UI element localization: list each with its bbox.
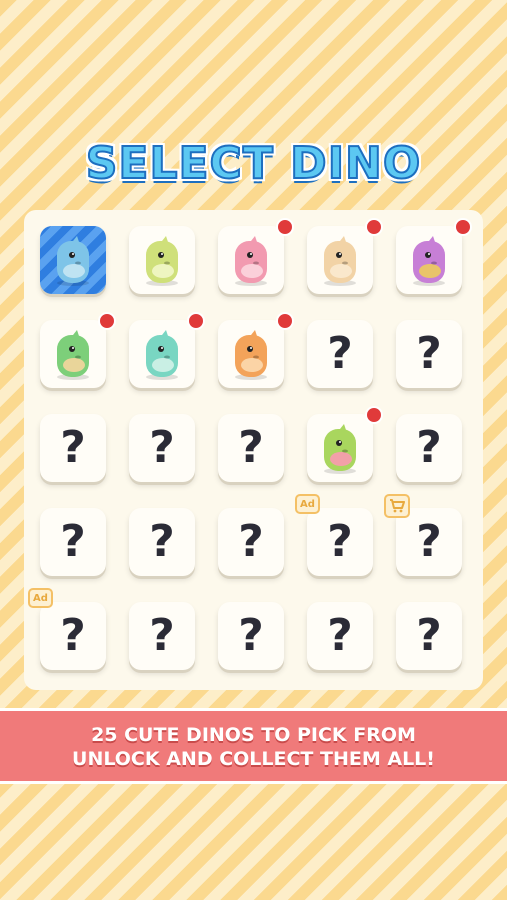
dino-slot-20[interactable]: ? <box>384 494 462 576</box>
locked-question-mark: ? <box>149 516 175 567</box>
dino-slot-14[interactable] <box>307 406 383 482</box>
green-dino-icon <box>57 330 89 380</box>
select-dino-title: SELECT DINO <box>85 137 422 190</box>
dino-slot-25[interactable]: ? <box>396 602 462 670</box>
locked-question-mark: ? <box>238 516 264 567</box>
locked-question-mark: ? <box>327 328 353 379</box>
lime-dino-icon <box>324 424 356 474</box>
dino-slot-8[interactable] <box>218 312 294 388</box>
ad-badge: Ad <box>28 588 53 608</box>
blue-dino-icon <box>57 236 89 286</box>
promo-line-1: 25 CUTE DINOS TO PICK FROM <box>91 724 416 746</box>
locked-question-mark: ? <box>327 516 353 567</box>
dino-slot-12[interactable]: ? <box>129 414 195 482</box>
locked-question-mark: ? <box>60 516 86 567</box>
dino-slot-9[interactable]: ? <box>307 320 373 388</box>
locked-question-mark: ? <box>416 610 442 661</box>
locked-question-mark: ? <box>60 610 86 661</box>
new-indicator-dot <box>365 406 383 424</box>
locked-question-mark: ? <box>149 422 175 473</box>
cart-icon <box>384 494 410 518</box>
dino-slot-18[interactable]: ? <box>218 508 284 576</box>
dino-slot-2[interactable] <box>129 226 195 294</box>
purple-dino-icon <box>413 236 445 286</box>
dino-slot-13[interactable]: ? <box>218 414 284 482</box>
new-indicator-dot <box>454 218 472 236</box>
locked-question-mark: ? <box>416 328 442 379</box>
promo-line-2: UNLOCK AND COLLECT THEM ALL! <box>72 748 435 770</box>
locked-question-mark: ? <box>416 516 442 567</box>
dino-slot-4[interactable] <box>307 218 383 294</box>
dino-slot-19[interactable]: ? Ad <box>295 494 373 576</box>
dino-slot-21[interactable]: ? Ad <box>28 588 106 670</box>
promo-banner: 25 CUTE DINOS TO PICK FROM UNLOCK AND CO… <box>0 708 507 784</box>
dino-slot-5[interactable] <box>396 218 472 294</box>
dino-slot-22[interactable]: ? <box>129 602 195 670</box>
locked-question-mark: ? <box>238 422 264 473</box>
locked-question-mark: ? <box>238 610 264 661</box>
dino-slot-1[interactable] <box>40 226 106 294</box>
dino-slot-17[interactable]: ? <box>129 508 195 576</box>
locked-question-mark: ? <box>60 422 86 473</box>
new-indicator-dot <box>276 218 294 236</box>
orange-dino-icon <box>235 330 267 380</box>
pink-dino-icon <box>235 236 267 286</box>
dino-slot-15[interactable]: ? <box>396 414 462 482</box>
new-indicator-dot <box>276 312 294 330</box>
beige-dino-icon <box>324 236 356 286</box>
dino-slot-6[interactable] <box>40 312 116 388</box>
new-indicator-dot <box>98 312 116 330</box>
dino-slot-11[interactable]: ? <box>40 414 106 482</box>
new-indicator-dot <box>187 312 205 330</box>
dino-slot-23[interactable]: ? <box>218 602 284 670</box>
yellow-green-dino-icon <box>146 236 178 286</box>
locked-question-mark: ? <box>149 610 175 661</box>
locked-question-mark: ? <box>327 610 353 661</box>
locked-question-mark: ? <box>416 422 442 473</box>
dino-grid-board: ?????????? Ad?? Ad???? <box>24 210 483 690</box>
dino-slot-24[interactable]: ? <box>307 602 373 670</box>
teal-dino-icon <box>146 330 178 380</box>
dino-slot-7[interactable] <box>129 312 205 388</box>
dino-slot-16[interactable]: ? <box>40 508 106 576</box>
ad-badge: Ad <box>295 494 320 514</box>
new-indicator-dot <box>365 218 383 236</box>
dino-slot-10[interactable]: ? <box>396 320 462 388</box>
dino-slot-3[interactable] <box>218 218 294 294</box>
